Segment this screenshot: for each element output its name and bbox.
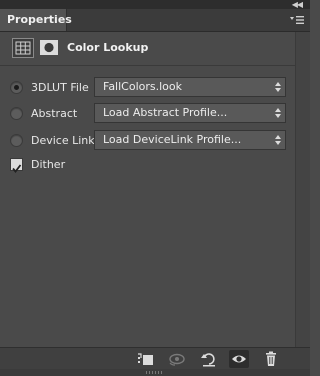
bottom-toolbar	[0, 347, 310, 370]
tab-properties[interactable]: Properties	[0, 9, 72, 31]
option-row-abstract: Abstract Load Abstract Profile...	[0, 103, 296, 125]
option-label: 3DLUT File	[31, 81, 89, 94]
dither-label: Dither	[31, 158, 66, 171]
view-previous-state-icon[interactable]	[167, 350, 187, 368]
select-value: Load DeviceLink Profile...	[103, 133, 242, 146]
select-value: FallColors.look	[103, 80, 183, 93]
grip-dots	[146, 371, 164, 374]
option-row-device-link: Device Link Load DeviceLink Profile...	[0, 130, 296, 152]
layer-mask-icon[interactable]	[40, 40, 58, 55]
checkmark-icon	[12, 164, 22, 173]
double-chevron-right-icon[interactable]: ◀◀	[292, 0, 303, 9]
radio-device-link[interactable]	[10, 134, 23, 147]
lut-file-select[interactable]: FallColors.look	[94, 77, 286, 97]
option-label: Abstract	[31, 107, 78, 120]
radio-abstract[interactable]	[10, 107, 23, 120]
select-arrows-icon	[275, 135, 281, 145]
header-divider	[0, 65, 296, 66]
select-arrows-icon	[275, 108, 281, 118]
reset-icon[interactable]	[199, 350, 219, 368]
option-label: Device Link	[31, 134, 95, 147]
panel-top-strip: ◀◀	[0, 0, 310, 9]
clip-to-layer-icon[interactable]	[136, 350, 156, 368]
radio-3dlut-file[interactable]	[10, 81, 23, 94]
visibility-eye-icon[interactable]	[229, 350, 249, 368]
select-arrows-icon	[275, 82, 281, 92]
properties-header: Color Lookup	[0, 32, 310, 64]
adjustment-grid-icon[interactable]	[12, 38, 34, 58]
device-link-profile-select[interactable]: Load DeviceLink Profile...	[94, 130, 286, 150]
resize-grip[interactable]	[0, 369, 310, 376]
option-row-3dlut: 3DLUT File FallColors.look	[0, 77, 296, 99]
dither-row: Dither	[0, 154, 296, 176]
scrollbar-track[interactable]	[295, 32, 310, 347]
dither-checkbox[interactable]	[10, 158, 23, 173]
select-value: Load Abstract Profile...	[103, 106, 228, 119]
adjustment-title: Color Lookup	[67, 41, 149, 54]
panel-menu-icon[interactable]	[290, 15, 304, 25]
tab-bar: Properties	[0, 9, 310, 32]
trash-icon[interactable]	[261, 350, 281, 368]
abstract-profile-select[interactable]: Load Abstract Profile...	[94, 103, 286, 123]
